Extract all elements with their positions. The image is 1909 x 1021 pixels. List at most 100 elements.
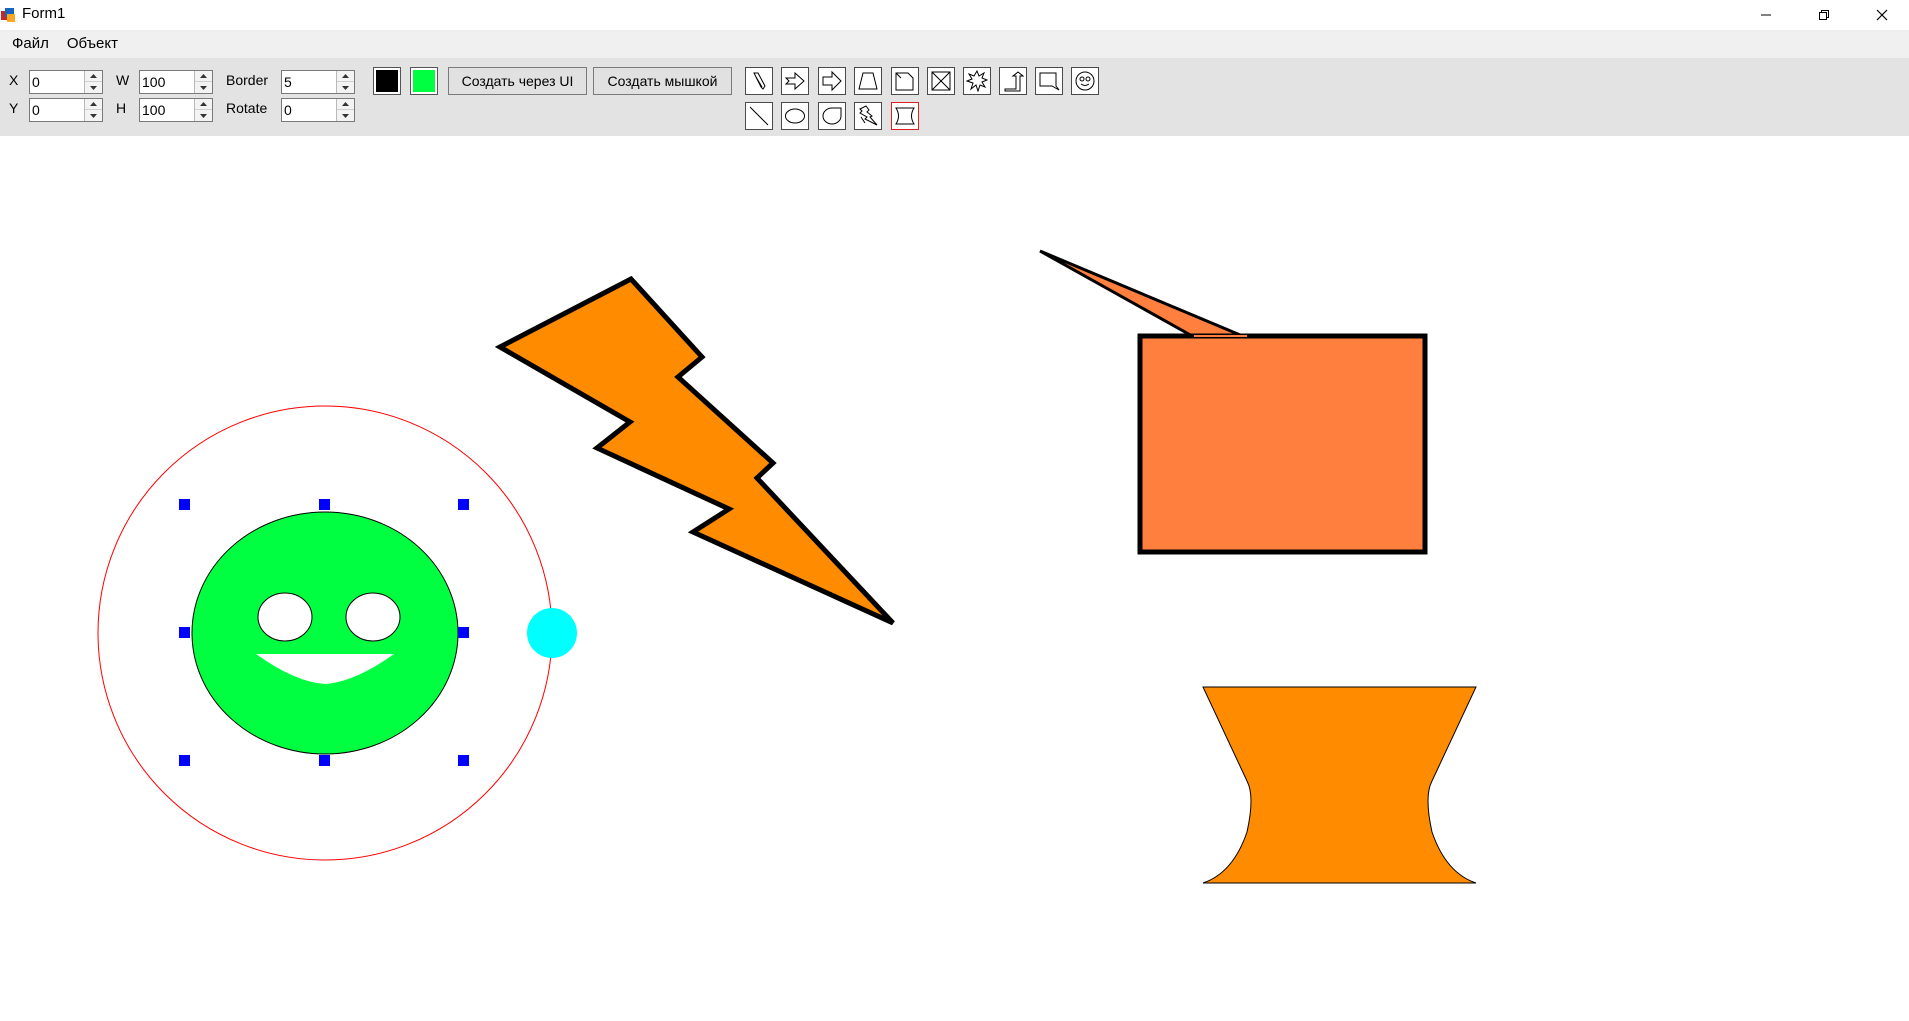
tool-bowtie[interactable] xyxy=(927,67,955,95)
canvas-svg[interactable] xyxy=(0,136,1909,1021)
spin-down-icon[interactable] xyxy=(195,82,212,93)
y-spin-buttons[interactable] xyxy=(84,99,102,121)
handle-left[interactable] xyxy=(179,627,190,638)
handle-bottom-right[interactable] xyxy=(458,755,469,766)
x-input[interactable] xyxy=(32,73,82,91)
explosion-icon xyxy=(966,70,988,92)
h-spin-buttons[interactable] xyxy=(194,99,212,121)
lightning-shape[interactable] xyxy=(494,275,895,626)
drawing-canvas[interactable] xyxy=(0,136,1909,1021)
tool-explosion[interactable] xyxy=(963,67,991,95)
menu-file[interactable]: Файл xyxy=(3,30,58,58)
tool-lightning[interactable] xyxy=(854,102,882,130)
trapezoid-icon xyxy=(858,72,878,90)
teardrop-icon xyxy=(822,107,842,125)
fill-color-button[interactable] xyxy=(410,67,438,95)
handle-right[interactable] xyxy=(458,627,469,638)
callout-body xyxy=(1137,333,1428,555)
close-button[interactable] xyxy=(1853,0,1909,30)
menu-object[interactable]: Объект xyxy=(58,30,127,58)
tool-ellipse[interactable] xyxy=(781,102,809,130)
border-stepper[interactable] xyxy=(281,70,355,94)
x-label: X xyxy=(9,72,19,88)
rotate-stepper[interactable] xyxy=(281,98,355,122)
x-stepper[interactable] xyxy=(29,70,103,94)
border-spin-buttons[interactable] xyxy=(336,71,354,93)
cut-corner-rect-icon xyxy=(895,72,914,91)
y-label: Y xyxy=(9,100,19,116)
rotate-spin-buttons[interactable] xyxy=(336,99,354,121)
w-input[interactable] xyxy=(142,73,192,91)
rotate-input[interactable] xyxy=(284,101,334,119)
spin-up-icon[interactable] xyxy=(195,99,212,110)
tool-teardrop[interactable] xyxy=(818,102,846,130)
spin-down-icon[interactable] xyxy=(85,110,102,121)
border-color-swatch xyxy=(376,70,398,92)
spin-up-icon[interactable] xyxy=(337,71,354,82)
callout-pointer xyxy=(1039,249,1246,339)
title-bar: Form1 xyxy=(0,0,1909,30)
create-ui-button[interactable]: Создать через UI xyxy=(448,67,587,95)
callout-rect-icon xyxy=(1039,72,1060,91)
rotate-handle[interactable] xyxy=(527,608,577,658)
tool-pencil[interactable] xyxy=(745,67,773,95)
tool-elbow-arrow[interactable] xyxy=(999,67,1027,95)
w-stepper[interactable] xyxy=(139,70,213,94)
handle-top-right[interactable] xyxy=(458,499,469,510)
tool-callout[interactable] xyxy=(1035,67,1063,95)
restore-button[interactable] xyxy=(1795,0,1853,30)
close-icon xyxy=(1876,9,1888,21)
w-spin-buttons[interactable] xyxy=(194,71,212,93)
spin-up-icon[interactable] xyxy=(337,99,354,110)
properties-toolbar: X Y W H xyxy=(0,58,1909,136)
minimize-button[interactable] xyxy=(1737,0,1795,30)
arrow-right-outline-icon xyxy=(784,71,805,91)
minimize-icon xyxy=(1761,14,1771,16)
smiley-right-eye xyxy=(345,592,401,642)
line-icon xyxy=(749,106,769,126)
spin-down-icon[interactable] xyxy=(337,110,354,121)
border-input[interactable] xyxy=(284,73,334,91)
app-icon xyxy=(1,8,15,22)
handle-top-left[interactable] xyxy=(179,499,190,510)
menu-bar: Файл Объект xyxy=(0,30,1909,58)
spin-down-icon[interactable] xyxy=(195,110,212,121)
elbow-arrow-icon xyxy=(1004,71,1024,92)
ellipse-icon xyxy=(785,108,805,124)
handle-bottom[interactable] xyxy=(319,755,330,766)
smiley-face[interactable] xyxy=(191,511,459,755)
h-input[interactable] xyxy=(142,101,192,119)
pencil-icon xyxy=(753,72,766,90)
create-mouse-button[interactable]: Создать мышкой xyxy=(593,67,732,95)
tool-line[interactable] xyxy=(745,102,773,130)
w-label: W xyxy=(116,72,130,88)
smiley-shape[interactable] xyxy=(97,405,553,861)
rotate-label: Rotate xyxy=(226,100,268,116)
spin-down-icon[interactable] xyxy=(337,82,354,93)
spin-up-icon[interactable] xyxy=(195,71,212,82)
smiley-icon xyxy=(1075,71,1095,91)
h-label: H xyxy=(116,100,127,116)
y-input[interactable] xyxy=(32,101,82,119)
tool-arrow-outline[interactable] xyxy=(781,67,809,95)
tool-cut-corner-rect[interactable] xyxy=(891,67,919,95)
spin-up-icon[interactable] xyxy=(85,71,102,82)
handle-bottom-left[interactable] xyxy=(179,755,190,766)
border-label: Border xyxy=(226,72,269,88)
y-stepper[interactable] xyxy=(29,98,103,122)
h-stepper[interactable] xyxy=(139,98,213,122)
callout-shape[interactable] xyxy=(1039,249,1428,555)
tool-trapezoid[interactable] xyxy=(854,67,882,95)
concave-rect-shape[interactable] xyxy=(1202,686,1477,884)
x-spin-buttons[interactable] xyxy=(84,71,102,93)
border-color-button[interactable] xyxy=(373,67,401,95)
tool-concave-rect[interactable] xyxy=(891,102,919,130)
arrow-right-icon xyxy=(822,70,842,92)
tool-smiley[interactable] xyxy=(1071,67,1099,95)
lightning-icon xyxy=(859,105,878,126)
spin-down-icon[interactable] xyxy=(85,82,102,93)
spin-up-icon[interactable] xyxy=(85,99,102,110)
fill-color-swatch xyxy=(413,70,435,92)
tool-arrow[interactable] xyxy=(818,67,846,95)
handle-top[interactable] xyxy=(319,499,330,510)
